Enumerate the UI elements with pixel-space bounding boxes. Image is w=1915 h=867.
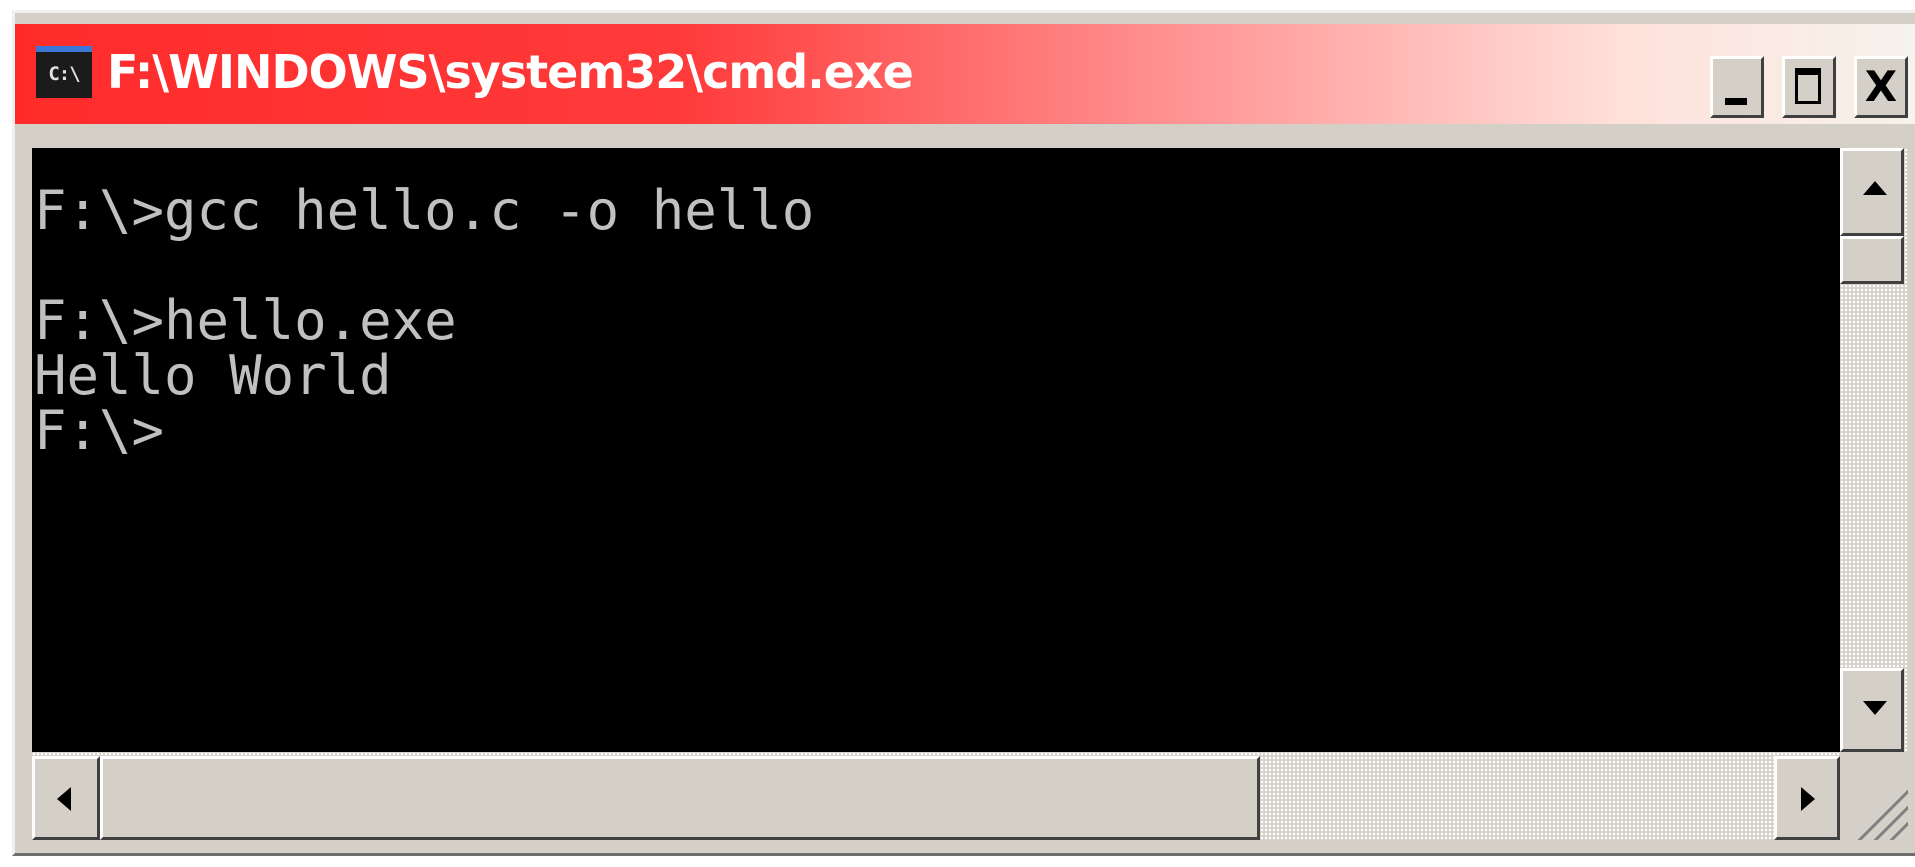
arrow-up-icon [1863, 181, 1887, 195]
maximize-icon [1795, 68, 1821, 104]
console-line: F:\>hello.exe [34, 289, 457, 352]
horizontal-scroll-thumb[interactable] [100, 756, 1260, 840]
title-bar[interactable]: C:\ F:\WINDOWS\system32\cmd.exe X [15, 24, 1915, 124]
close-icon: X [1864, 62, 1898, 111]
vertical-scrollbar[interactable] [1840, 148, 1908, 752]
scroll-up-button[interactable] [1840, 148, 1904, 236]
minimize-icon [1725, 98, 1747, 105]
arrow-right-icon [1801, 787, 1815, 811]
console-line: F:\>gcc hello.c -o hello [34, 179, 815, 242]
scroll-right-button[interactable] [1774, 756, 1840, 840]
minimize-button[interactable] [1710, 56, 1764, 118]
console-output[interactable]: F:\>gcc hello.c -o hello F:\>hello.exe H… [32, 148, 1840, 752]
window-title: F:\WINDOWS\system32\cmd.exe [107, 45, 914, 99]
console-line: F:\> [34, 399, 165, 462]
arrow-left-icon [57, 787, 71, 811]
resize-grip[interactable] [1840, 756, 1908, 840]
console-line: Hello World [34, 344, 392, 407]
scroll-down-button[interactable] [1840, 668, 1904, 752]
scroll-left-button[interactable] [32, 756, 100, 840]
cmd-console-icon[interactable]: C:\ [36, 46, 92, 98]
maximize-button[interactable] [1782, 56, 1836, 118]
arrow-down-icon [1863, 701, 1887, 715]
vertical-scroll-thumb[interactable] [1840, 236, 1904, 284]
horizontal-scrollbar[interactable] [32, 752, 1840, 840]
close-button[interactable]: X [1854, 56, 1908, 118]
